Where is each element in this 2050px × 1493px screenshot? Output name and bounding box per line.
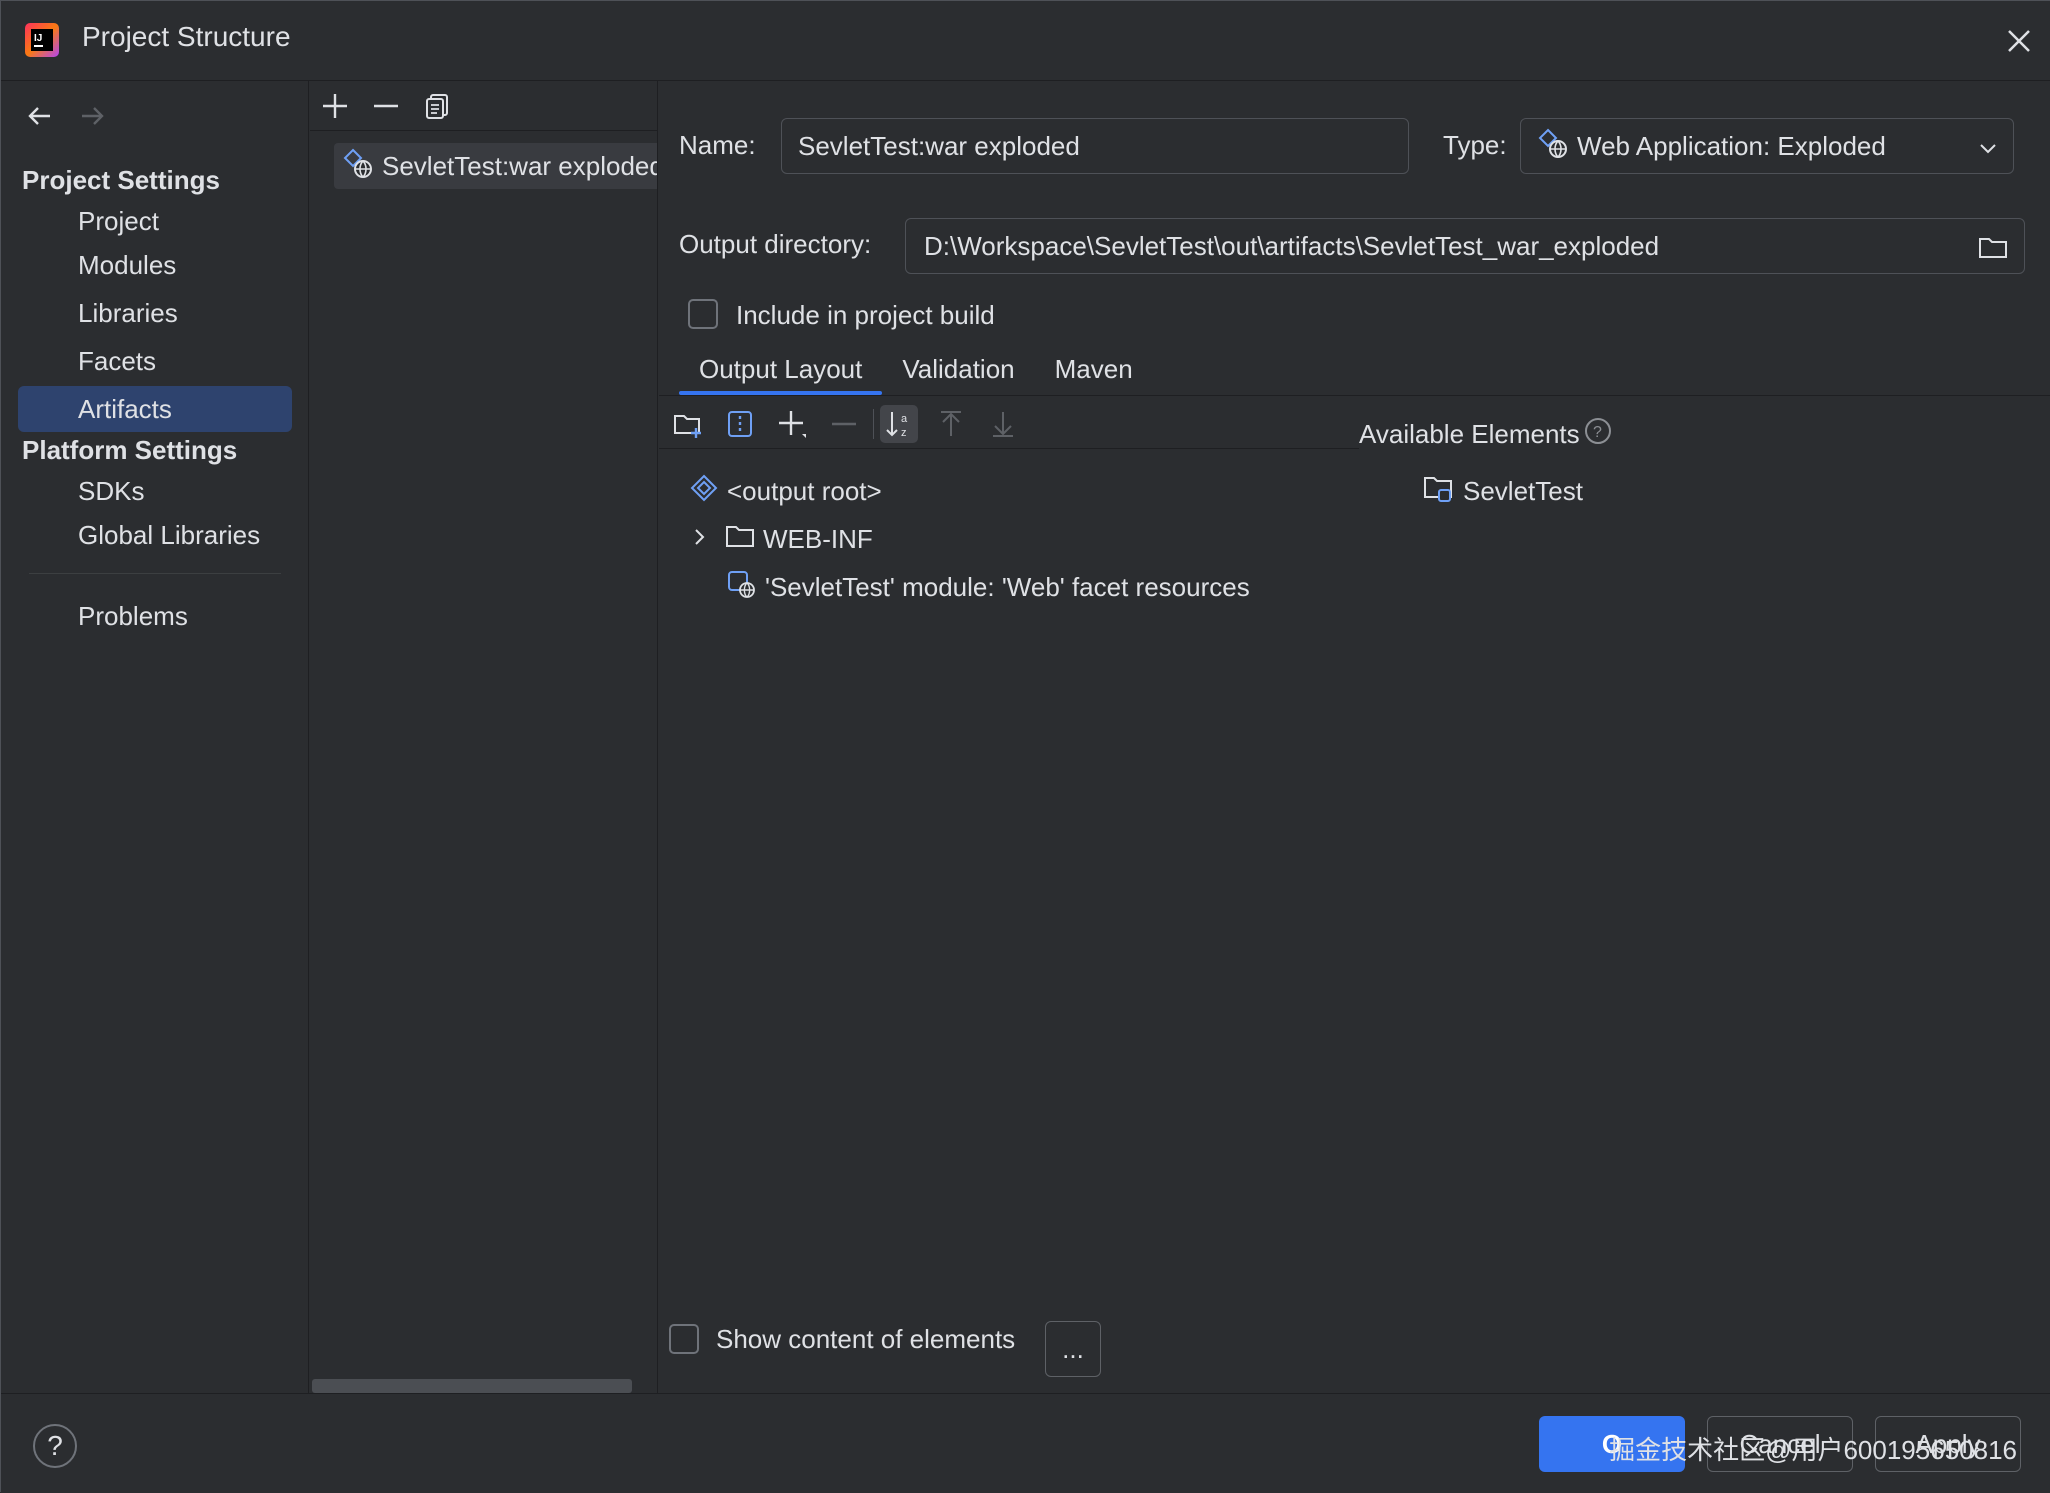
watermark-text: 掘金技术社区@用户600195650816: [1609, 1435, 2017, 1465]
tab-maven[interactable]: Maven: [1035, 349, 1153, 395]
folder-icon: [725, 521, 755, 558]
move-up-icon[interactable]: [932, 405, 970, 443]
window-title: Project Structure: [82, 21, 291, 52]
artifact-label: SevletTest:war exploded: [382, 150, 658, 181]
include-build-checkbox[interactable]: [688, 299, 718, 329]
intellij-logo-icon: IJ: [25, 23, 59, 57]
horizontal-scrollbar[interactable]: [312, 1379, 632, 1393]
svg-text:a: a: [901, 413, 908, 425]
nav-arrows: [25, 101, 107, 131]
sidebar-item-problems[interactable]: Problems: [18, 593, 292, 639]
svg-text:IJ: IJ: [34, 33, 42, 44]
show-content-label: Show content of elements: [716, 1324, 1016, 1354]
type-value: Web Application: Exploded: [1577, 130, 1886, 161]
move-down-icon[interactable]: [984, 405, 1022, 443]
type-dropdown[interactable]: Web Application: Exploded: [1520, 118, 2014, 174]
tab-validation[interactable]: Validation: [882, 349, 1034, 395]
add-icon[interactable]: [318, 89, 352, 123]
add-copy-of-icon[interactable]: [773, 405, 811, 443]
project-structure-dialog: IJ Project Structure Project Settings Pr…: [0, 0, 2050, 1493]
output-directory-field[interactable]: D:\Workspace\SevletTest\out\artifacts\Se…: [905, 218, 2025, 274]
sidebar-item-modules[interactable]: Modules: [18, 242, 292, 288]
remove-element-icon[interactable]: [825, 405, 863, 443]
sidebar-item-project[interactable]: Project: [18, 198, 292, 244]
sort-alphabetically-icon[interactable]: az: [880, 405, 918, 443]
chevron-right-icon[interactable]: [689, 524, 711, 555]
artifact-details: Name: SevletTest:war exploded Type: Web …: [659, 81, 2050, 1393]
help-circle-icon[interactable]: ?: [1584, 417, 1612, 452]
artifact-list-pane: SevletTest:war exploded: [310, 81, 658, 1393]
artifact-root-icon: [689, 473, 719, 510]
close-icon[interactable]: [2001, 23, 2037, 59]
chevron-down-icon: [1977, 135, 1999, 166]
project-settings-heading: Project Settings: [22, 165, 220, 195]
output-layout-toolbar: az: [659, 397, 1359, 449]
help-button[interactable]: ?: [33, 1424, 77, 1468]
show-content-settings-button[interactable]: ...: [1045, 1321, 1101, 1377]
create-archive-icon[interactable]: [721, 405, 759, 443]
artifact-list-item[interactable]: SevletTest:war exploded: [334, 143, 658, 189]
details-tabs: Output Layout Validation Maven: [679, 349, 1153, 395]
sidebar-item-artifacts[interactable]: Artifacts: [18, 386, 292, 432]
tree-item-web-inf[interactable]: WEB-INF: [689, 519, 873, 559]
web-artifact-icon: [342, 147, 374, 186]
available-item-sevlettest[interactable]: SevletTest: [1423, 471, 1583, 511]
new-directory-icon[interactable]: [669, 405, 707, 443]
tree-item-output-root[interactable]: <output root>: [689, 471, 882, 511]
include-build-label: Include in project build: [736, 300, 995, 330]
tree-item-label: WEB-INF: [763, 523, 873, 554]
title-bar: IJ Project Structure: [1, 1, 2050, 81]
sidebar-item-facets[interactable]: Facets: [18, 338, 292, 384]
artifact-toolbar: [310, 81, 657, 131]
copy-icon[interactable]: [420, 89, 454, 123]
available-item-label: SevletTest: [1463, 475, 1583, 506]
toolbar-separator: [873, 409, 874, 439]
svg-text:z: z: [901, 427, 907, 439]
module-folder-icon: [1423, 472, 1455, 511]
tab-output-layout[interactable]: Output Layout: [679, 349, 883, 395]
name-field[interactable]: SevletTest:war exploded: [781, 118, 1409, 174]
sidebar-item-sdks[interactable]: SDKs: [18, 468, 292, 514]
type-label: Type:: [1443, 130, 1507, 160]
name-label: Name:: [679, 130, 756, 160]
remove-icon[interactable]: [369, 89, 403, 123]
output-directory-label: Output directory:: [679, 229, 872, 259]
tree-item-label: 'SevletTest' module: 'Web' facet resourc…: [765, 571, 1250, 602]
sidebar-item-libraries[interactable]: Libraries: [18, 290, 292, 336]
tree-item-web-facet-resources[interactable]: 'SevletTest' module: 'Web' facet resourc…: [727, 567, 1250, 607]
web-facet-icon: [727, 569, 757, 606]
web-artifact-icon: [1537, 127, 1569, 166]
show-content-checkbox[interactable]: [669, 1324, 699, 1354]
platform-settings-heading: Platform Settings: [22, 435, 238, 465]
available-elements-label: Available Elements: [1359, 419, 1580, 449]
settings-sidebar: Project Settings Project Modules Librari…: [1, 81, 309, 1393]
available-elements-header: Available Elements ?: [1359, 417, 1612, 452]
svg-text:?: ?: [1593, 424, 1602, 441]
back-arrow-icon[interactable]: [25, 101, 55, 131]
tree-item-label: <output root>: [727, 475, 882, 506]
dialog-footer: ? O Cancel Apply 掘金技术社区@用户600195650816: [1, 1393, 2050, 1493]
tabs-divider: [659, 395, 2050, 396]
sidebar-divider: [29, 573, 281, 574]
forward-arrow-icon[interactable]: [77, 101, 107, 131]
sidebar-item-global-libraries[interactable]: Global Libraries: [18, 512, 292, 558]
browse-folder-icon[interactable]: [1977, 231, 2009, 263]
